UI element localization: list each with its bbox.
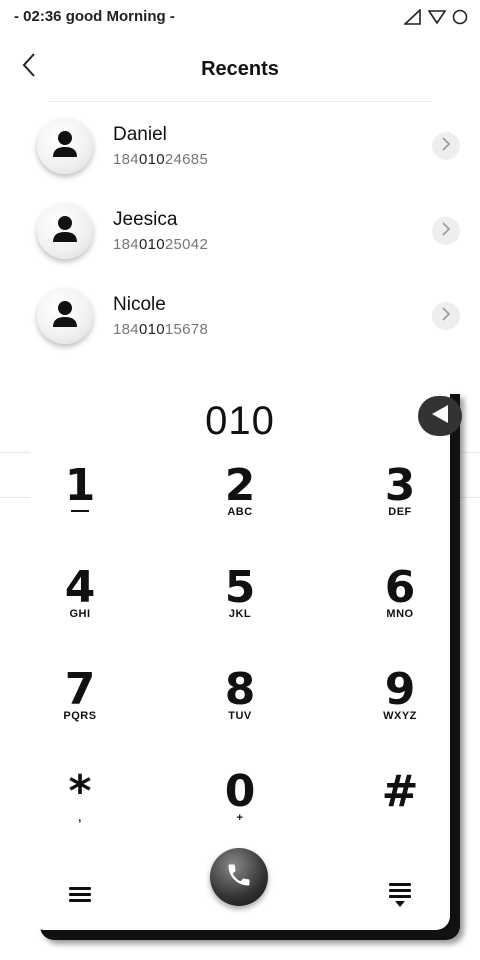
contact-row[interactable]: Daniel 18401024685 [0,104,480,189]
contact-row[interactable]: Nicole 18401015678 [0,274,480,359]
status-text: - 02:36 good Morning - [14,8,175,25]
key-letters: ABC [227,506,253,518]
hide-keypad-button[interactable] [386,880,414,910]
backspace-button[interactable] [418,396,462,436]
contact-list: Daniel 18401024685 Jeesica 18401025042 N… [0,104,480,359]
key-digit: 9 [384,664,416,715]
key-2[interactable]: 2 ABC [190,464,290,534]
key-6[interactable]: 6 MNO [350,566,450,636]
person-icon [51,299,79,334]
contact-number: 18401025042 [113,236,209,253]
contact-name: Nicole [113,294,166,315]
key-letters: JKL [228,608,252,620]
key-letters: DEF [388,506,412,518]
contact-number: 18401024685 [113,151,209,168]
avatar [37,118,93,174]
key-9[interactable]: 9 WXYZ [350,668,450,738]
dialer-bottom-bar [30,848,450,930]
key-digit: 8 [224,664,256,715]
key-4[interactable]: 4 GHI [30,566,130,636]
key-digit: 5 [224,562,256,613]
menu-button[interactable] [66,882,94,908]
contact-details-button[interactable] [432,132,460,160]
chevron-right-icon [441,306,451,326]
key-digit: # [381,766,419,817]
key-digit: * [68,766,92,817]
phone-icon [225,861,253,894]
key-star[interactable]: * , [30,770,130,840]
key-7[interactable]: 7 PQRS [30,668,130,738]
contact-details-button[interactable] [432,217,460,245]
key-1[interactable]: 1 [30,464,130,534]
key-letters: PQRS [63,710,97,722]
key-digit: 1 [64,460,96,511]
header: Recents [0,40,480,98]
key-0[interactable]: 0 + [190,770,290,840]
key-8[interactable]: 8 TUV [190,668,290,738]
status-icons [402,8,468,30]
contact-row[interactable]: Jeesica 18401025042 [0,189,480,274]
key-5[interactable]: 5 JKL [190,566,290,636]
contact-details-button[interactable] [432,302,460,330]
key-digit: 6 [384,562,416,613]
contact-name: Jeesica [113,209,178,230]
person-icon [51,214,79,249]
key-digit: 7 [64,664,96,715]
page-title: Recents [201,58,279,80]
key-letters: MNO [386,608,414,620]
dialer-panel: 010 1 2 ABC 3 DEF 4 GHI 5 JKL 6 MNO 7 PQ… [30,384,462,930]
key-hash[interactable]: # [350,770,450,840]
keypad-collapse-icon [386,883,414,914]
key-letters: WXYZ [383,710,417,722]
call-button[interactable] [210,848,268,906]
chevron-right-icon [441,136,451,156]
key-3[interactable]: 3 DEF [350,464,450,534]
menu-icon [66,887,94,912]
backspace-icon [428,402,452,431]
circle-icon [452,9,468,30]
chevron-right-icon [441,221,451,241]
key-digit: 3 [384,460,416,511]
key-letters: GHI [69,608,91,620]
signal-icon [402,8,422,30]
header-divider [48,101,432,102]
person-icon [51,129,79,164]
wifi-icon [427,9,447,30]
avatar [37,288,93,344]
contact-name: Daniel [113,124,167,145]
dialed-number: 010 [205,399,275,443]
key-letters: + [236,812,244,824]
key-letters: TUV [228,710,252,722]
key-letters: , [78,812,82,824]
key-digit: 4 [64,562,96,613]
key-digit: 0 [224,766,256,817]
avatar [37,203,93,259]
contact-number: 18401015678 [113,321,209,338]
status-bar: - 02:36 good Morning - [0,0,480,34]
key-digit: 2 [224,460,256,511]
